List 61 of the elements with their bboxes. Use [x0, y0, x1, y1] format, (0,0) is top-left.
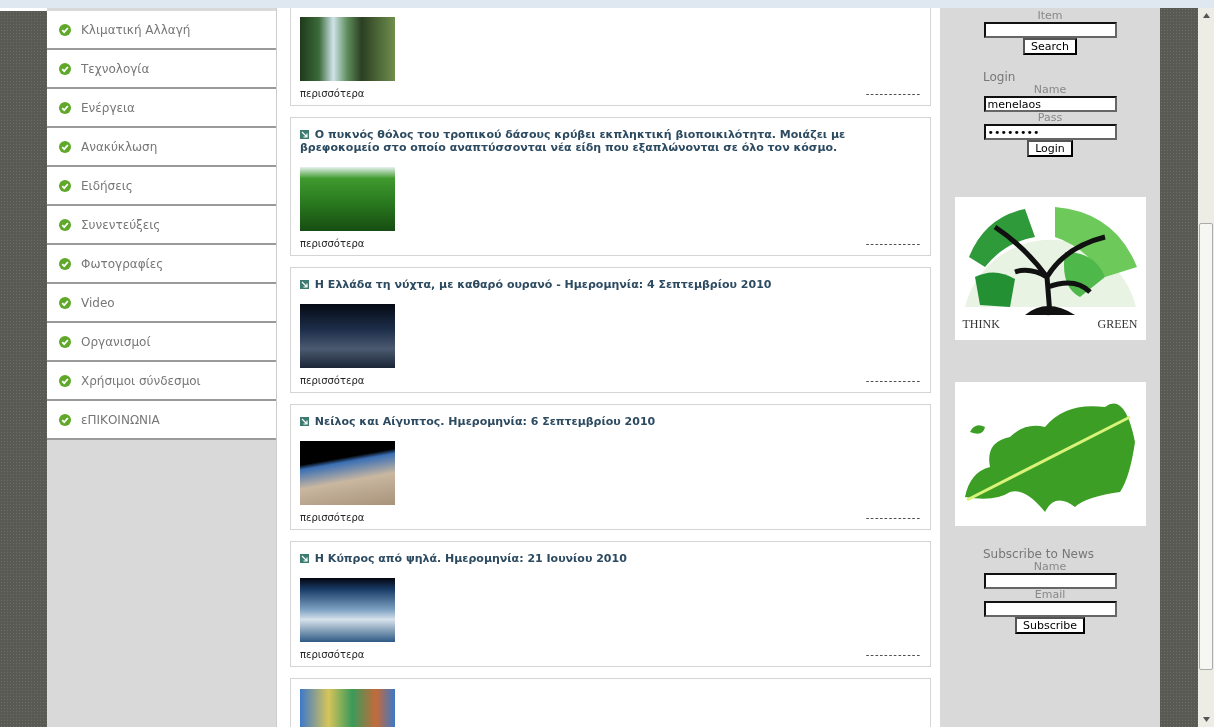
- check-icon: [59, 375, 71, 387]
- article-title[interactable]: Η Κύπρος από ψηλά. Ημερομηνία: 21 Ιουνίου 2010: [300, 552, 921, 565]
- menu-item[interactable]: Video: [47, 284, 276, 323]
- field-label: Pass: [1037, 112, 1063, 124]
- menu-item[interactable]: Ενέργεια: [47, 89, 276, 128]
- check-icon: [59, 414, 71, 426]
- search-button[interactable]: Search: [1023, 38, 1077, 55]
- menu-item[interactable]: Χρήσιμοι σύνδεσμοι: [47, 362, 276, 401]
- menu-item[interactable]: Κλιματική Αλλαγή: [47, 11, 276, 50]
- article-title[interactable]: Νείλος και Αίγυπτος. Ημερομηνία: 6 Σεπτεμβρίου 2010: [300, 415, 921, 428]
- article-title[interactable]: Η Ελλάδα τη νύχτα, με καθαρό ουρανό - Ημερομηνία: 4 Σεπτεμβρίου 2010: [300, 278, 921, 291]
- more-link[interactable]: περισσότερα: [300, 88, 365, 99]
- check-icon: [59, 336, 71, 348]
- name-field[interactable]: menelaos: [983, 96, 1117, 112]
- article-title[interactable]: Ο πυκνός θόλος του τροπικού δάσους κρύβει εκπληκτική βιοποικιλότητα. Μοιάζει με βρεφοκομείο στο οποίο αναπτύσσονται νέα είδη που εξαπλώνονται σε όλο τον κόσμο.: [300, 128, 921, 154]
- rating-text: ------------: [865, 375, 921, 386]
- name-field[interactable]: [983, 573, 1117, 589]
- scroll-up-icon[interactable]: [1202, 13, 1210, 18]
- menu-item[interactable]: Συνεντεύξεις: [47, 206, 276, 245]
- field-label: Item: [1037, 10, 1063, 22]
- scroll-down-icon[interactable]: [1202, 717, 1210, 722]
- scroll-thumb[interactable]: [1199, 223, 1213, 670]
- search-field[interactable]: [983, 22, 1117, 38]
- subscribe-heading: Subscribe to News: [983, 548, 1095, 561]
- more-link[interactable]: περισσότερα: [300, 238, 365, 249]
- field-label: Email: [1034, 589, 1066, 601]
- arrow-icon: [300, 130, 309, 139]
- login-heading: Login: [983, 71, 1016, 84]
- email-field[interactable]: [983, 601, 1117, 617]
- menu-item[interactable]: Ανακύκλωση: [47, 128, 276, 167]
- rating-text: ------------: [865, 238, 921, 249]
- check-icon: [59, 24, 71, 36]
- arrow-icon: [300, 554, 309, 563]
- logo-text: THINK: [962, 317, 1000, 332]
- scrollbar[interactable]: [1198, 8, 1214, 727]
- field-label: Name: [1033, 561, 1067, 573]
- menu-item[interactable]: Ειδήσεις: [47, 167, 276, 206]
- menu-item[interactable]: εΠΙΚΟΙΝΩΝΙΑ: [47, 401, 276, 440]
- menu-item[interactable]: Τεχνολογία: [47, 50, 276, 89]
- login-button[interactable]: Login: [1027, 140, 1073, 157]
- rating-text: ------------: [865, 649, 921, 660]
- rating-text: ------------: [865, 512, 921, 523]
- check-icon: [59, 63, 71, 75]
- field-label: Name: [1033, 84, 1067, 96]
- check-icon: [59, 141, 71, 153]
- subscribe-button[interactable]: Subscribe: [1014, 617, 1085, 634]
- check-icon: [59, 219, 71, 231]
- check-icon: [59, 102, 71, 114]
- more-link[interactable]: περισσότερα: [300, 512, 365, 523]
- arrow-icon: [300, 280, 309, 289]
- menu-item[interactable]: Οργανισμοί: [47, 323, 276, 362]
- more-link[interactable]: περισσότερα: [300, 375, 365, 386]
- menu-item[interactable]: Φωτογραφίες: [47, 245, 276, 284]
- check-icon: [59, 258, 71, 270]
- password-field[interactable]: ••••••••: [983, 124, 1117, 140]
- more-link[interactable]: περισσότερα: [300, 649, 365, 660]
- arrow-icon: [300, 417, 309, 426]
- rating-text: ------------: [865, 88, 921, 99]
- logo-text: GREEN: [1097, 317, 1138, 332]
- check-icon: [59, 180, 71, 192]
- check-icon: [59, 297, 71, 309]
